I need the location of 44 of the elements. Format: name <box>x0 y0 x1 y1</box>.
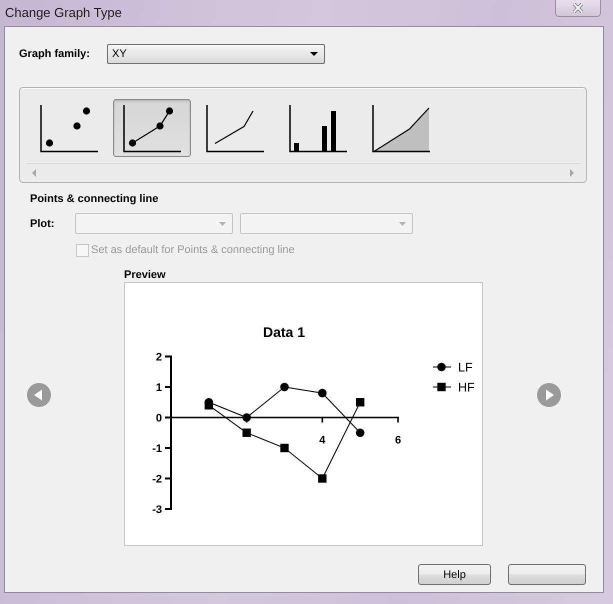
x-tick-label: 4 <box>319 434 326 446</box>
bar-graph-icon <box>289 105 347 153</box>
legend-symbol-icon <box>432 362 452 372</box>
plot-label: Plot: <box>30 218 56 230</box>
y-tick-label: -1 <box>152 443 162 455</box>
y-tick-label: 2 <box>156 352 162 364</box>
preview-label: Preview <box>124 269 166 282</box>
graph-family-label: Graph family: <box>19 48 91 60</box>
scroll-right-icon[interactable] <box>570 169 574 177</box>
y-tick-label: 1 <box>156 382 162 394</box>
data-point <box>280 382 289 392</box>
scatter-plot-icon <box>40 105 98 153</box>
area-graph-icon <box>372 105 430 153</box>
data-point <box>318 388 327 398</box>
checkbox-label: Set as default for Points & connecting line <box>91 244 295 256</box>
window-title: Change Graph Type <box>5 5 122 20</box>
caret-icon <box>399 222 406 226</box>
dialog-button[interactable] <box>508 564 586 585</box>
data-point <box>356 398 364 406</box>
scroll-left-icon[interactable] <box>32 169 36 177</box>
close-button[interactable] <box>555 0 601 17</box>
line-with-points-icon <box>123 105 181 153</box>
chart-title: Data 1 <box>262 324 306 340</box>
y-tick-label: 0 <box>156 412 162 424</box>
caret-icon <box>219 222 226 226</box>
data-point <box>356 428 364 438</box>
graph-type-option[interactable] <box>113 99 191 157</box>
data-point <box>242 413 251 422</box>
close-icon <box>572 3 584 13</box>
caret-icon <box>310 52 318 56</box>
y-tick-label: -3 <box>152 504 162 516</box>
section-title: Points & connecting line <box>30 192 158 206</box>
dialog-button[interactable]: Help <box>418 564 491 585</box>
data-point <box>280 444 289 452</box>
data-point <box>242 428 251 437</box>
data-point <box>318 474 327 483</box>
legend-label: HF <box>458 380 475 394</box>
x-tick-label: 6 <box>394 434 402 446</box>
data-point <box>204 401 214 410</box>
line-graph-icon <box>206 105 264 153</box>
legend-symbol-icon <box>432 382 452 392</box>
graph-family-dropdown[interactable]: XY <box>107 44 325 64</box>
legend-label: LF <box>458 360 473 374</box>
y-tick-label: -2 <box>152 474 162 486</box>
